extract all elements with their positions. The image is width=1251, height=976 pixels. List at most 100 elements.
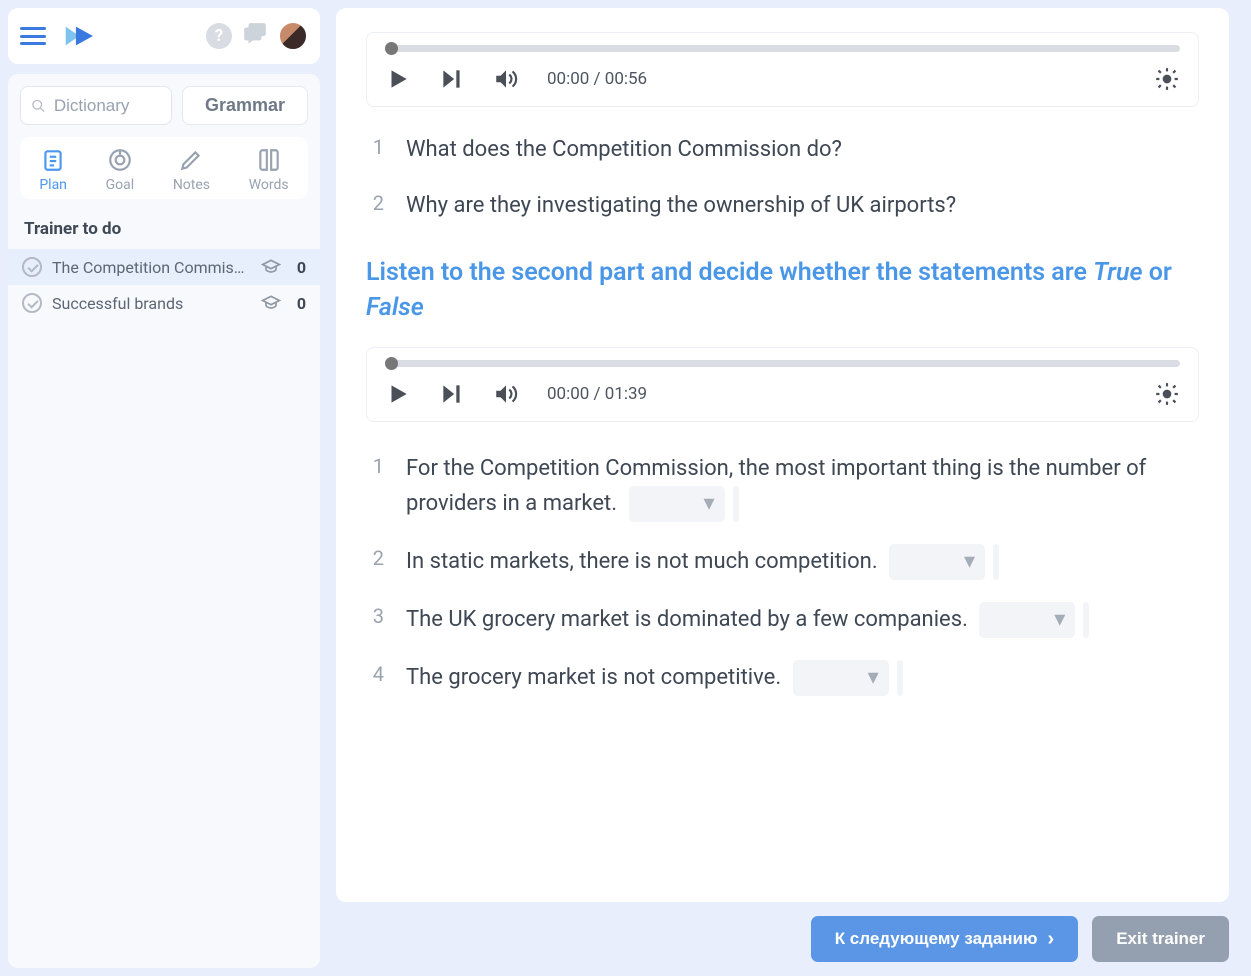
task-count: 0 [297,258,306,277]
statement-list: 1 For the Competition Commission, the mo… [366,452,1199,696]
tab-plan[interactable]: Plan [39,147,67,193]
skip-icon[interactable] [439,381,465,407]
tool-tabs: Plan Goal Notes Words [20,137,308,199]
tab-notes-label: Notes [173,177,210,193]
tab-notes[interactable]: Notes [173,147,210,193]
chevron-down-icon: ▾ [1054,603,1065,637]
statement-text: The grocery market is not competitive. ▾ [406,660,1199,696]
task-count: 0 [297,294,306,313]
graduation-icon [261,293,281,313]
tab-plan-label: Plan [39,177,67,193]
next-task-label: К следующему заданию [835,929,1038,949]
graduation-icon [261,257,281,277]
task-item-competition[interactable]: The Competition Commiss... 0 [8,249,320,285]
task-label: Successful brands [52,294,251,313]
menu-icon[interactable] [20,27,46,45]
question-number: 1 [366,135,384,159]
gear-icon[interactable] [1154,381,1180,407]
skip-icon[interactable] [439,66,465,92]
next-task-button[interactable]: К следующему заданию › [811,916,1079,962]
top-bar-right: ? [206,21,308,51]
chat-icon[interactable] [242,21,268,51]
top-bar-left [20,23,98,49]
question-number: 2 [366,191,384,215]
top-bar: ? [8,8,320,64]
select-handle[interactable] [897,660,903,696]
logo[interactable] [64,23,98,49]
words-icon [256,147,282,173]
statement-text: The UK grocery market is dominated by a … [406,602,1199,638]
sidebar: Grammar Plan Goal Notes Words Trainer to… [8,74,320,968]
check-icon [22,293,42,313]
statement-text: In static markets, there is not much com… [406,544,1199,580]
question-list-1: 1 What does the Competition Commission d… [366,133,1199,223]
instruction-false: False [366,293,424,322]
select-handle[interactable] [1083,602,1089,638]
true-false-select[interactable]: ▾ [889,544,985,580]
audio-player-1: 00:00 / 00:56 [366,32,1199,107]
dictionary-input[interactable] [54,96,161,116]
footer-actions: К следующему заданию › Exit trainer [811,916,1229,962]
audio-progress-2[interactable] [385,360,1180,367]
tab-goal[interactable]: Goal [106,147,135,193]
audio-player-2: 00:00 / 01:39 [366,347,1199,422]
statement-text-content: In static markets, there is not much com… [406,549,878,574]
statement-text-content: For the Competition Commission, the most… [406,456,1146,516]
statement-number: 2 [366,546,384,570]
question-text: What does the Competition Commission do? [406,133,1199,167]
exit-trainer-button[interactable]: Exit trainer [1092,916,1229,962]
notes-icon [178,147,204,173]
tab-words-label: Words [249,177,289,193]
select-handle[interactable] [993,544,999,580]
exit-trainer-label: Exit trainer [1116,929,1205,949]
question-row: 2 Why are they investigating the ownersh… [366,189,1199,223]
audio-controls-2: 00:00 / 01:39 [385,381,1180,407]
statement-row: 1 For the Competition Commission, the mo… [366,452,1199,522]
statement-text-content: The grocery market is not competitive. [406,665,781,690]
audio-time-1: 00:00 / 00:56 [547,69,647,89]
audio-progress-1[interactable] [385,45,1180,52]
tab-words[interactable]: Words [249,147,289,193]
volume-icon[interactable] [493,66,519,92]
goal-icon [107,147,133,173]
volume-icon[interactable] [493,381,519,407]
audio-controls-1: 00:00 / 00:56 [385,66,1180,92]
plan-icon [40,147,66,173]
check-icon [22,257,42,277]
statement-row: 2 In static markets, there is not much c… [366,544,1199,580]
true-false-select[interactable]: ▾ [629,486,725,522]
audio-time-2: 00:00 / 01:39 [547,384,647,404]
help-icon[interactable]: ? [206,23,232,49]
chevron-down-icon: ▾ [703,487,714,521]
statement-text: For the Competition Commission, the most… [406,452,1199,522]
true-false-select[interactable]: ▾ [793,660,889,696]
instruction-text: Listen to the second part and decide whe… [366,255,1199,325]
avatar[interactable] [278,21,308,51]
main-content: 00:00 / 00:56 1 What does the Competitio… [336,8,1229,902]
chevron-right-icon: › [1048,929,1055,949]
tab-goal-label: Goal [106,177,135,193]
grammar-button[interactable]: Grammar [182,86,308,125]
statement-number: 1 [366,454,384,478]
instruction-pre: Listen to the second part and decide whe… [366,258,1093,287]
task-item-brands[interactable]: Successful brands 0 [8,285,320,321]
play-icon[interactable] [385,381,411,407]
instruction-mid: or [1143,258,1172,287]
statement-number: 4 [366,662,384,686]
search-row: Grammar [8,74,320,137]
true-false-select[interactable]: ▾ [979,602,1075,638]
statement-number: 3 [366,604,384,628]
select-handle[interactable] [733,486,739,522]
chevron-down-icon: ▾ [868,661,879,695]
question-text: Why are they investigating the ownership… [406,189,1199,223]
task-label: The Competition Commiss... [52,258,251,277]
search-icon [31,97,46,115]
statement-row: 3 The UK grocery market is dominated by … [366,602,1199,638]
play-icon[interactable] [385,66,411,92]
gear-icon[interactable] [1154,66,1180,92]
question-row: 1 What does the Competition Commission d… [366,133,1199,167]
chevron-down-icon: ▾ [964,545,975,579]
instruction-true: True [1093,258,1142,287]
dictionary-input-wrap[interactable] [20,86,172,125]
sidebar-section-title: Trainer to do [8,199,320,249]
